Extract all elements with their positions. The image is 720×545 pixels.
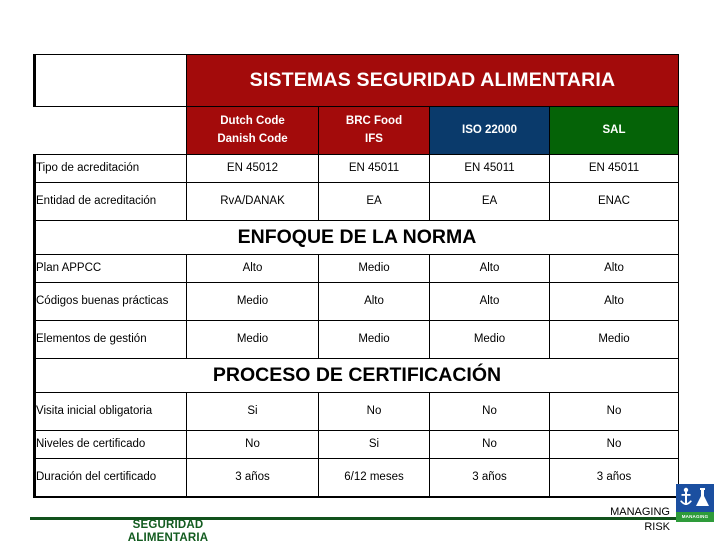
- row-label: Entidad de acreditación: [33, 182, 187, 221]
- table-cell: EN 45011: [318, 154, 430, 183]
- table-cell: Si: [318, 430, 430, 459]
- column-header-sal: SAL: [549, 106, 679, 155]
- table-cell: No: [429, 430, 550, 459]
- table-cell: Medio: [186, 282, 319, 321]
- column-header-dutch-danish: Dutch Code Danish Code: [186, 106, 319, 155]
- table-cell: No: [318, 392, 430, 431]
- row-label: Códigos buenas prácticas: [33, 282, 187, 321]
- footer-brand-right: MANAGING RISK: [540, 505, 670, 535]
- column-header-line2: IFS: [365, 132, 383, 145]
- footer-brand-line2: ALIMENTARIA: [127, 532, 209, 545]
- table-row: Códigos buenas prácticas Medio Alto Alto…: [33, 282, 679, 321]
- footer-brand-left: SEGURIDAD ALIMENTARIA: [78, 519, 258, 545]
- logo-tagline: MANAGING RISK: [681, 514, 709, 529]
- column-header-brc-ifs: BRC Food IFS: [318, 106, 430, 155]
- section-header-row: PROCESO DE CERTIFICACIÓN: [33, 358, 679, 393]
- table-cell: Medio: [318, 320, 430, 359]
- table-row: Plan APPCC Alto Medio Alto Alto: [33, 254, 679, 283]
- table-cell: Si: [186, 392, 319, 431]
- table-cell: Medio: [429, 320, 550, 359]
- corner-blank-cell: [33, 54, 187, 107]
- table-cell: EN 45011: [549, 154, 679, 183]
- header-blank-cell: [34, 106, 187, 155]
- row-label: Plan APPCC: [33, 254, 187, 283]
- logo-anchor-flask-icon: [680, 487, 709, 506]
- table-row: Elementos de gestión Medio Medio Medio M…: [33, 320, 679, 359]
- page-title: SISTEMAS SEGURIDAD ALIMENTARIA: [186, 54, 679, 107]
- table-cell: 6/12 meses: [318, 458, 430, 498]
- table-cell: 3 años: [429, 458, 550, 498]
- column-header-line1: SAL: [602, 123, 626, 136]
- table-cell: Alto: [186, 254, 319, 283]
- table-row: Visita inicial obligatoria Si No No No: [33, 392, 679, 431]
- table-cell: Alto: [429, 254, 550, 283]
- row-label: Elementos de gestión: [33, 320, 187, 359]
- table-cell: Medio: [549, 320, 679, 359]
- table-cell: No: [186, 430, 319, 459]
- table-cell: EN 45012: [186, 154, 319, 183]
- section-title-proceso: PROCESO DE CERTIFICACIÓN: [33, 358, 679, 393]
- comparison-table: SISTEMAS SEGURIDAD ALIMENTARIA Dutch Cod…: [33, 54, 679, 498]
- table-cell: Alto: [318, 282, 430, 321]
- row-label: Duración del certificado: [33, 458, 187, 498]
- footer-managing-text: MANAGING: [610, 506, 670, 518]
- row-label: Visita inicial obligatoria: [33, 392, 187, 431]
- slide-canvas: SISTEMAS SEGURIDAD ALIMENTARIA Dutch Cod…: [0, 0, 720, 544]
- table-cell: EN 45011: [429, 154, 550, 183]
- table-cell: No: [549, 430, 679, 459]
- column-header-line2: Danish Code: [217, 132, 288, 145]
- table-row: Tipo de acreditación EN 45012 EN 45011 E…: [33, 154, 679, 183]
- section-title-enfoque: ENFOQUE DE LA NORMA: [33, 220, 679, 255]
- company-logo: MANAGING RISK: [676, 484, 714, 529]
- column-header-line1: Dutch Code: [220, 114, 285, 127]
- table-cell: No: [429, 392, 550, 431]
- table-cell: Alto: [549, 282, 679, 321]
- table-cell: Medio: [318, 254, 430, 283]
- table-cell: Medio: [186, 320, 319, 359]
- table-banner-row: SISTEMAS SEGURIDAD ALIMENTARIA: [33, 54, 679, 107]
- table-cell: RvA/DANAK: [186, 182, 319, 221]
- table-cell: Alto: [549, 254, 679, 283]
- footer-risk-text: RISK: [644, 520, 670, 533]
- table-cell: No: [549, 392, 679, 431]
- row-label: Niveles de certificado: [33, 430, 187, 459]
- table-cell: Alto: [429, 282, 550, 321]
- column-header-line1: ISO 22000: [462, 123, 517, 136]
- table-cell: EA: [429, 182, 550, 221]
- column-header-iso22000: ISO 22000: [429, 106, 550, 155]
- column-header-line1: BRC Food: [345, 114, 403, 127]
- table-row: Entidad de acreditación RvA/DANAK EA EA …: [33, 182, 679, 221]
- footer-brand-line1: SEGURIDAD: [132, 519, 204, 531]
- section-header-row: ENFOQUE DE LA NORMA: [33, 220, 679, 255]
- table-row: Niveles de certificado No Si No No: [33, 430, 679, 459]
- column-header-row: Dutch Code Danish Code BRC Food IFS ISO …: [34, 106, 679, 155]
- table-row: Duración del certificado 3 años 6/12 mes…: [33, 458, 679, 498]
- table-cell: 3 años: [186, 458, 319, 498]
- row-label: Tipo de acreditación: [33, 154, 187, 183]
- table-cell: EA: [318, 182, 430, 221]
- table-cell: ENAC: [549, 182, 679, 221]
- table-cell: 3 años: [549, 458, 679, 498]
